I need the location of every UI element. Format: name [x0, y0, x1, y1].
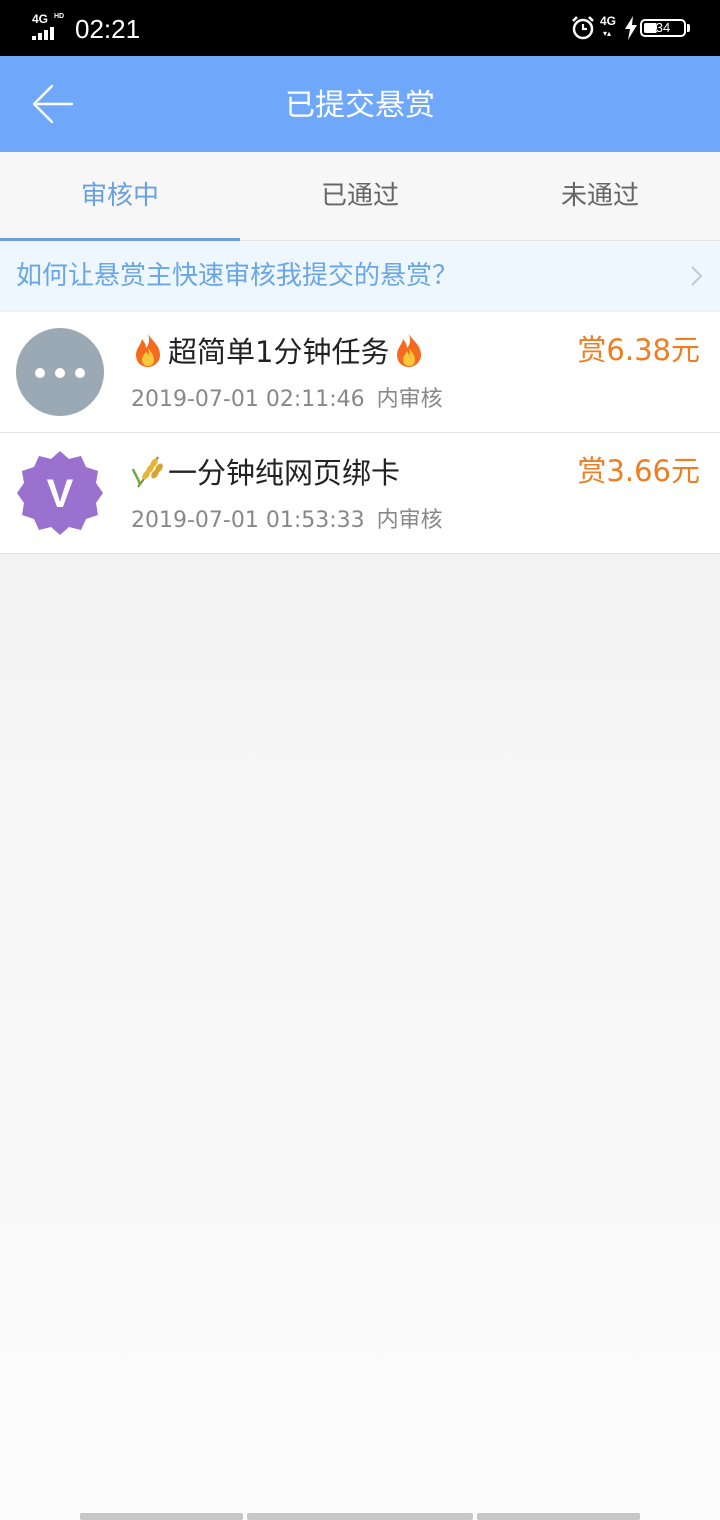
mobile-data-icon: 4G ▾▴	[600, 14, 617, 38]
review-help-text: 如何让悬赏主快速审核我提交的悬赏？	[16, 261, 459, 291]
task-submit-time: 2019-07-01 02:11:46	[131, 387, 365, 412]
task-title: 超简单1分钟任务	[132, 330, 425, 370]
fire-icon	[397, 334, 422, 367]
task-reward: 赏3.66元	[577, 454, 700, 488]
task-submit-time: 2019-07-01 01:53:33	[131, 508, 365, 533]
fire-icon	[136, 334, 160, 367]
mobile-data-label: 4G	[600, 14, 617, 28]
task-item[interactable]: V 一分钟纯网页绑卡 赏3.66元 2019-07-01 01:53:33 内审核	[0, 433, 720, 554]
status-icons: 4G ▾▴ 34	[570, 14, 690, 42]
status-time: 02:21	[75, 14, 141, 44]
task-title-text: 超简单1分钟任务	[168, 335, 390, 369]
network-type-label: 4G	[32, 12, 49, 26]
avatar-letter: V	[47, 472, 74, 516]
task-item[interactable]: 超简单1分钟任务 赏6.38元 2019-07-01 02:11:46 内审核	[0, 312, 720, 433]
page-title: 已提交悬赏	[285, 88, 435, 123]
tab-reviewing[interactable]: 审核中	[0, 152, 240, 240]
task-meta: 2019-07-01 02:11:46 内审核	[131, 384, 443, 416]
task-status: 内审核	[376, 508, 443, 533]
network-hd-label: HD	[54, 13, 65, 20]
tab-rejected[interactable]: 未通过	[480, 152, 720, 240]
review-help-link[interactable]: 如何让悬赏主快速审核我提交的悬赏？	[0, 241, 720, 311]
tab-approved[interactable]: 已通过	[240, 152, 480, 240]
cellular-signal-icon: 4G HD	[32, 12, 68, 42]
task-reward: 赏6.38元	[577, 333, 700, 367]
app-header: 已提交悬赏	[0, 56, 720, 152]
alarm-icon	[572, 16, 594, 40]
more-dots-avatar	[16, 328, 104, 416]
vip-badge-avatar: V	[17, 451, 103, 535]
status-tabs: 审核中 已通过 未通过	[0, 152, 720, 241]
battery-icon: 34	[640, 19, 686, 37]
task-status: 内审核	[376, 387, 443, 412]
rice-icon	[132, 456, 163, 488]
task-title-text: 一分钟纯网页绑卡	[168, 456, 401, 490]
battery-level: 34	[655, 20, 671, 35]
task-title: 一分钟纯网页绑卡	[132, 451, 400, 491]
status-bar: 4G HD 02:21 4G ▾▴ 34	[0, 0, 720, 56]
chevron-right-icon	[691, 266, 703, 286]
nav-hint-segment	[477, 1513, 640, 1520]
charging-bolt-icon	[625, 16, 637, 40]
nav-hint-segment	[80, 1513, 243, 1520]
task-meta: 2019-07-01 01:53:33 内审核	[131, 505, 443, 537]
nav-hint-segment	[247, 1513, 473, 1520]
